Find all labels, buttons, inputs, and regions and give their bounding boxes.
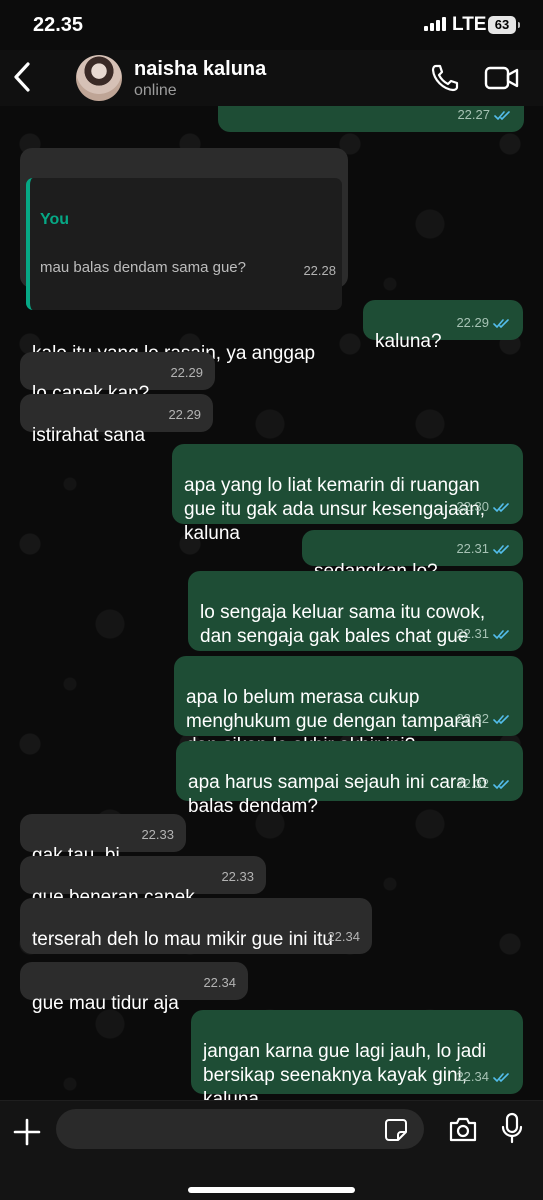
status-bar: 22.35 LTE 63 xyxy=(0,0,543,50)
message-bubble[interactable]: gak tau, bi 22.33 xyxy=(20,814,186,866)
message-bubble[interactable]: apa lo belum merasa cukup menghukum gue … xyxy=(174,656,523,756)
sticker-icon[interactable] xyxy=(384,1118,408,1142)
chat-header: naisha kaluna online xyxy=(0,50,543,106)
read-receipt-icon xyxy=(493,629,509,639)
plus-icon[interactable] xyxy=(12,1117,42,1147)
quoted-text: mau balas dendam sama gue? xyxy=(40,259,246,276)
signal-icon xyxy=(424,17,446,31)
avatar[interactable] xyxy=(76,55,122,101)
battery-icon: 63 xyxy=(488,16,520,34)
message-input[interactable] xyxy=(56,1109,424,1149)
read-receipt-icon xyxy=(493,714,509,724)
message-bubble[interactable]: lo sengaja keluar sama itu cowok, dan se… xyxy=(188,571,523,651)
message-time: 22.34 xyxy=(203,975,236,990)
message-time: 22.29 xyxy=(168,407,201,422)
message-time: 22.27 xyxy=(457,107,490,122)
message-bubble[interactable]: 22.27 xyxy=(218,104,524,132)
quoted-message[interactable]: You mau balas dendam sama gue? xyxy=(26,178,342,310)
message-bubble[interactable]: apa yang lo liat kemarin di ruangan gue … xyxy=(172,444,523,544)
message-time: 22.29 xyxy=(456,315,489,330)
message-bubble[interactable]: gue mau tidur aja 22.34 xyxy=(20,962,248,1014)
message-bubble[interactable]: apa harus sampai sejauh ini cara lo bala… xyxy=(176,741,523,817)
read-receipt-icon xyxy=(493,318,509,328)
message-time: 22.33 xyxy=(141,827,174,842)
contact-status: online xyxy=(134,82,177,99)
contact-name[interactable]: naisha kaluna xyxy=(134,58,266,81)
message-list[interactable]: 22.27 You mau balas dendam sama gue? kal… xyxy=(0,104,543,1100)
message-time: 22.34 xyxy=(327,929,360,944)
message-time: 22.32 xyxy=(456,711,489,726)
read-receipt-icon xyxy=(493,502,509,512)
message-bubble[interactable]: You mau balas dendam sama gue? kalo itu … xyxy=(20,148,348,388)
message-bubble[interactable]: lo capek kan? 22.29 xyxy=(20,352,215,404)
network-type: LTE xyxy=(452,14,487,35)
message-time: 22.31 xyxy=(456,541,489,556)
message-time: 22.30 xyxy=(456,499,489,514)
message-text: terserah deh lo mau mikir gue ini itu xyxy=(32,929,333,950)
read-receipt-icon xyxy=(493,544,509,554)
read-receipt-icon xyxy=(493,1072,509,1082)
read-receipt-icon xyxy=(493,779,509,789)
back-icon[interactable] xyxy=(10,60,34,94)
message-bubble[interactable]: terserah deh lo mau mikir gue ini itu 22… xyxy=(20,898,372,954)
message-text: istirahat sana xyxy=(32,425,146,446)
message-time: 22.29 xyxy=(170,365,203,380)
message-time: 22.32 xyxy=(456,776,489,791)
message-time: 22.33 xyxy=(221,869,254,884)
message-time: 22.28 xyxy=(303,263,336,278)
message-bubble[interactable]: kaluna? 22.29 xyxy=(363,300,523,352)
quoted-author: You xyxy=(40,211,70,228)
composer-bar xyxy=(0,1100,543,1200)
status-time: 22.35 xyxy=(33,14,84,36)
camera-icon[interactable] xyxy=(448,1115,478,1143)
message-bubble[interactable]: jangan karna gue lagi jauh, lo jadi bers… xyxy=(191,1010,523,1100)
read-receipt-icon xyxy=(494,110,510,120)
mic-icon[interactable] xyxy=(500,1112,524,1144)
video-call-icon[interactable] xyxy=(484,65,520,91)
message-time: 22.34 xyxy=(456,1069,489,1084)
message-time: 22.31 xyxy=(456,626,489,641)
message-bubble[interactable]: sedangkan lo? 22.31 xyxy=(302,530,523,582)
message-bubble[interactable]: gue beneran capek 22.33 xyxy=(20,856,266,908)
message-bubble[interactable]: istirahat sana 22.29 xyxy=(20,394,213,446)
call-icon[interactable] xyxy=(430,63,460,93)
home-indicator[interactable] xyxy=(188,1187,355,1193)
